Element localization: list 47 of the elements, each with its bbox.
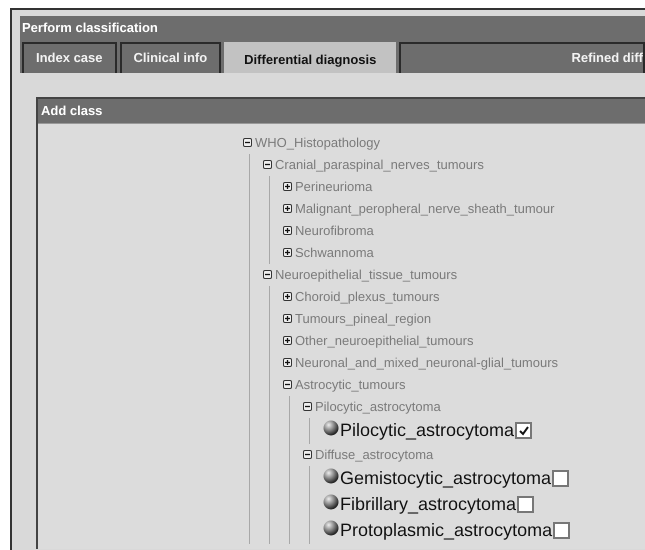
expand-icon[interactable] bbox=[283, 248, 292, 257]
class-label: Pilocytic_astrocytoma bbox=[340, 419, 514, 442]
collapse-icon[interactable] bbox=[303, 402, 312, 411]
tab[interactable]: Index case bbox=[22, 42, 116, 73]
tree-node-label[interactable]: Neuronal_and_mixed_neuronal-glial_tumours bbox=[295, 352, 558, 372]
tree-node-label[interactable]: Tumours_pineal_region bbox=[295, 308, 432, 328]
tree-node-label[interactable]: Other_neuroepithelial_tumours bbox=[295, 330, 474, 350]
tree-node-label[interactable]: Malignant_peropheral_nerve_sheath_tumour bbox=[295, 198, 554, 218]
expand-icon[interactable] bbox=[283, 336, 292, 345]
tab[interactable]: Refined diff bbox=[399, 42, 645, 73]
class-label: Protoplasmic_astrocytoma bbox=[340, 519, 552, 542]
sphere-icon bbox=[323, 420, 339, 436]
tree-node-label[interactable]: Neuroepithelial_tissue_tumours bbox=[275, 264, 458, 284]
tree-node-label[interactable]: Astrocytic_tumours bbox=[295, 374, 406, 394]
tree-node-label[interactable]: Choroid_plexus_tumours bbox=[295, 286, 440, 306]
window-title: Perform classification bbox=[20, 16, 645, 40]
checkbox[interactable] bbox=[553, 522, 570, 539]
collapse-icon[interactable] bbox=[263, 270, 272, 279]
tree-node-label[interactable]: Diffuse_astrocytoma bbox=[315, 444, 434, 464]
expand-icon[interactable] bbox=[283, 226, 292, 235]
sphere-icon bbox=[323, 494, 339, 510]
checkbox[interactable] bbox=[517, 496, 534, 513]
class-label: Gemistocytic_astrocytoma bbox=[340, 467, 552, 490]
expand-icon[interactable] bbox=[283, 314, 292, 323]
checkbox[interactable] bbox=[552, 470, 570, 487]
tab[interactable]: Differential diagnosis bbox=[224, 42, 396, 73]
checkmark-icon bbox=[518, 426, 529, 436]
collapse-icon[interactable] bbox=[283, 380, 292, 389]
expand-icon[interactable] bbox=[283, 182, 292, 191]
tree-node-label[interactable]: Pilocytic_astrocytoma bbox=[315, 396, 441, 416]
tab[interactable]: Clinical info bbox=[120, 42, 222, 73]
tree-node-label[interactable]: Neurofibroma bbox=[295, 220, 374, 240]
tree-node-label[interactable]: WHO_Histopathology bbox=[255, 132, 380, 152]
collapse-icon[interactable] bbox=[303, 450, 312, 459]
sphere-icon bbox=[323, 520, 339, 536]
expand-icon[interactable] bbox=[283, 358, 292, 367]
class-label: Fibrillary_astrocytoma bbox=[340, 493, 516, 516]
tree-node-label[interactable]: Schwannoma bbox=[295, 242, 374, 262]
expand-icon[interactable] bbox=[283, 292, 292, 301]
collapse-icon[interactable] bbox=[263, 160, 272, 169]
collapse-icon[interactable] bbox=[243, 138, 252, 147]
tree-node-label[interactable]: Cranial_paraspinal_nerves_tumours bbox=[275, 154, 484, 174]
expand-icon[interactable] bbox=[283, 204, 292, 213]
tree-node-label[interactable]: Perineurioma bbox=[295, 176, 372, 196]
sphere-icon bbox=[323, 468, 339, 484]
panel-title: Add class bbox=[38, 99, 645, 124]
checkbox[interactable] bbox=[515, 422, 532, 439]
